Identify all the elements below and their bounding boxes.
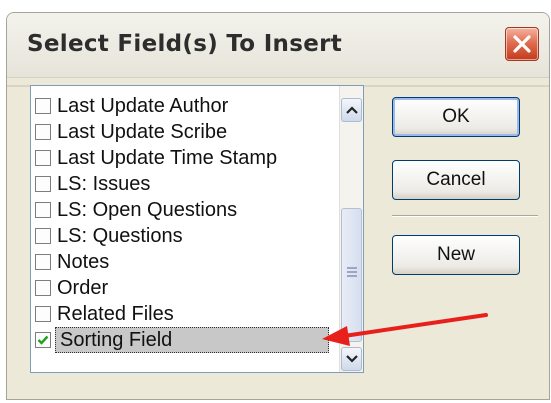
vertical-scrollbar[interactable] <box>339 86 363 372</box>
list-item[interactable]: LS: Issues <box>31 171 343 197</box>
checkbox[interactable] <box>35 202 51 218</box>
ok-button[interactable]: OK <box>392 97 520 137</box>
list-item[interactable]: Related Files <box>31 301 343 327</box>
list-item-label: Last Update Author <box>57 95 229 117</box>
list-item[interactable]: Order <box>31 275 343 301</box>
list-item-label: Last Update Time Stamp <box>57 147 278 169</box>
checkbox[interactable] <box>35 176 51 192</box>
close-button[interactable] <box>505 27 539 61</box>
title-bar[interactable]: Select Field(s) To Insert <box>7 13 549 78</box>
scroll-down-button[interactable] <box>341 347 362 371</box>
cancel-button[interactable]: Cancel <box>392 160 520 200</box>
chevron-down-icon <box>346 355 358 363</box>
list-item[interactable]: Notes <box>31 249 343 275</box>
list-item-selected[interactable]: Sorting Field <box>31 327 343 353</box>
checkbox[interactable] <box>35 306 51 322</box>
list-item-label: Related Files <box>57 303 174 325</box>
checkbox[interactable] <box>35 228 51 244</box>
list-item-label: Last Update Scribe <box>57 121 228 143</box>
checkbox-checked[interactable] <box>35 332 51 348</box>
button-separator <box>392 215 538 217</box>
list-item-label: LS: Issues <box>57 173 151 195</box>
list-item[interactable]: LS: Open Questions <box>31 197 343 223</box>
list-item[interactable]: Last Update Time Stamp <box>31 145 343 171</box>
checkmark-icon <box>37 335 49 345</box>
grip-icon <box>347 267 357 277</box>
dialog-title: Select Field(s) To Insert <box>27 31 343 57</box>
list-item-label: Order <box>57 277 109 299</box>
scrollbar-thumb[interactable] <box>341 208 362 342</box>
checkbox[interactable] <box>35 98 51 114</box>
list-item[interactable]: LS: Questions <box>31 223 343 249</box>
list-item[interactable]: Last Update Author <box>31 93 343 119</box>
checkbox[interactable] <box>35 280 51 296</box>
fields-listbox[interactable]: Last Update Author Last Update Scribe La… <box>30 85 364 373</box>
list-item-label: LS: Open Questions <box>57 199 238 221</box>
list-item-label: LS: Questions <box>57 225 183 247</box>
fields-list: Last Update Author Last Update Scribe La… <box>31 93 343 353</box>
close-icon <box>513 35 531 53</box>
checkbox[interactable] <box>35 124 51 140</box>
checkbox[interactable] <box>35 150 51 166</box>
list-item[interactable]: Last Update Scribe <box>31 119 343 145</box>
list-item-label: Sorting Field <box>55 327 329 353</box>
scroll-up-button[interactable] <box>341 98 362 122</box>
new-button[interactable]: New <box>392 235 520 275</box>
checkbox[interactable] <box>35 254 51 270</box>
chevron-up-icon <box>346 106 358 114</box>
list-item-label: Notes <box>57 251 110 273</box>
